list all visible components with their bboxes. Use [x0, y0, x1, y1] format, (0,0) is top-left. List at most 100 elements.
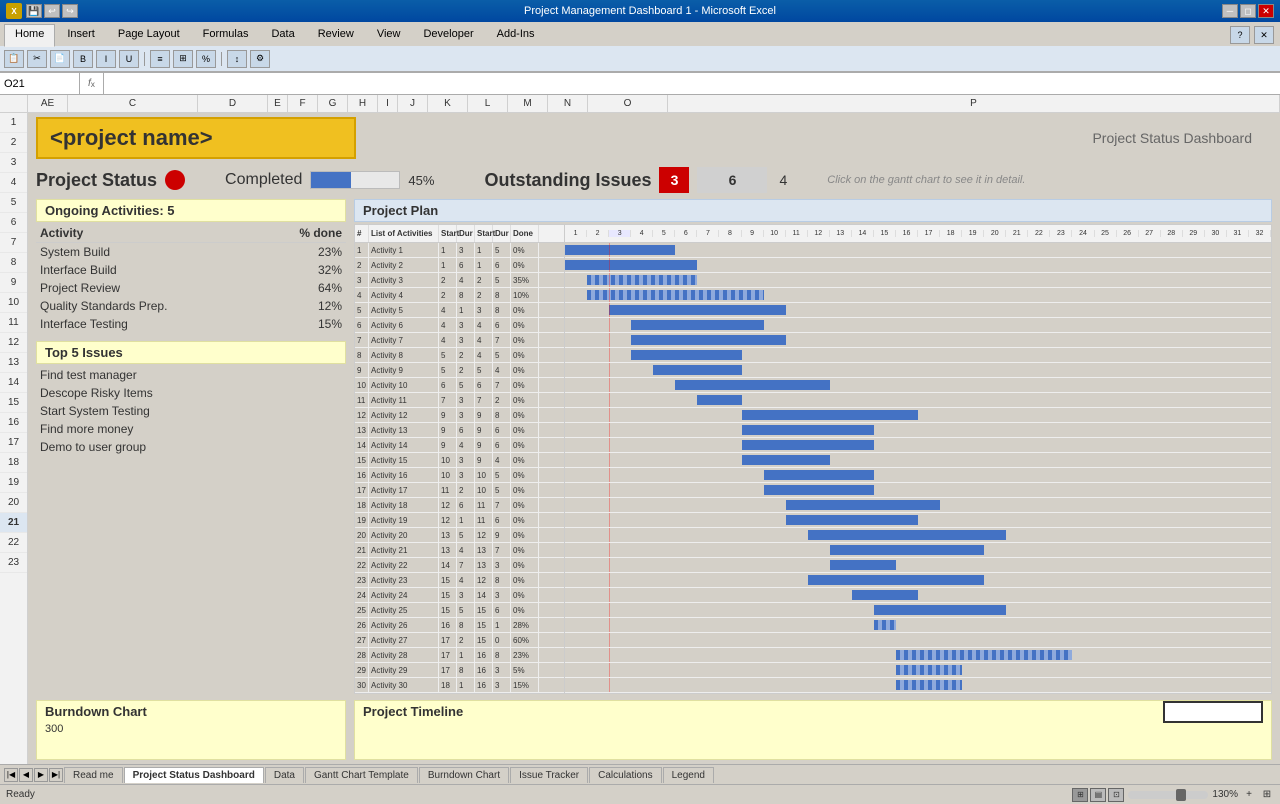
col-n[interactable]: N: [548, 95, 588, 112]
tool-10[interactable]: ↕: [227, 50, 247, 68]
project-name-cell[interactable]: <project name>: [36, 117, 356, 159]
row-18[interactable]: 18: [0, 453, 27, 473]
tool-9[interactable]: %: [196, 50, 216, 68]
tab-review[interactable]: Review: [307, 24, 365, 46]
tool-1[interactable]: 📋: [4, 50, 24, 68]
row-3[interactable]: 3: [0, 153, 27, 173]
tool-3[interactable]: 📄: [50, 50, 70, 68]
redo-quick-btn[interactable]: ↪: [62, 4, 78, 18]
row-10[interactable]: 10: [0, 293, 27, 313]
row-7[interactable]: 7: [0, 233, 27, 253]
col-k[interactable]: K: [428, 95, 468, 112]
window-controls[interactable]: ─ ◻ ✕: [1222, 4, 1274, 18]
col-i[interactable]: I: [378, 95, 398, 112]
sheet-tab-legend[interactable]: Legend: [663, 767, 714, 783]
tab-view[interactable]: View: [366, 24, 412, 46]
tab-data[interactable]: Data: [260, 24, 305, 46]
row-11[interactable]: 11: [0, 313, 27, 333]
sheet-tab-project-status-dashboard[interactable]: Project Status Dashboard: [124, 767, 264, 783]
col-m[interactable]: M: [508, 95, 548, 112]
col-j[interactable]: J: [398, 95, 428, 112]
gantt-bar-15: [764, 470, 874, 480]
page-layout-view-btn[interactable]: ▤: [1090, 788, 1106, 802]
tool-11[interactable]: ⚙: [250, 50, 270, 68]
sheet-nav-last[interactable]: ▶|: [49, 768, 63, 782]
ribbon-toolbar: 📋 ✂ 📄 B I U ≡ ⊞ % ↕ ⚙: [0, 46, 1280, 72]
page-break-view-btn[interactable]: ⊡: [1108, 788, 1124, 802]
tool-6[interactable]: U: [119, 50, 139, 68]
row-12[interactable]: 12: [0, 333, 27, 353]
col-h[interactable]: H: [348, 95, 378, 112]
tool-7[interactable]: ≡: [150, 50, 170, 68]
undo-quick-btn[interactable]: ↩: [44, 4, 60, 18]
gantt-cell-dur2-15: 5: [493, 468, 511, 482]
normal-view-btn[interactable]: ⊞: [1072, 788, 1088, 802]
sheet-tab-issue-tracker[interactable]: Issue Tracker: [510, 767, 588, 783]
sheet-tab-gantt-chart-template[interactable]: Gantt Chart Template: [305, 767, 418, 783]
tab-home[interactable]: Home: [4, 24, 55, 47]
row-8[interactable]: 8: [0, 253, 27, 273]
col-p[interactable]: P: [668, 95, 1280, 112]
gantt-row-1: 2 Activity 2 1 6 1 6 0%: [355, 258, 564, 273]
col-l[interactable]: L: [468, 95, 508, 112]
fit-width-btn[interactable]: ⊞: [1260, 788, 1274, 802]
col-o[interactable]: O: [588, 95, 668, 112]
sheet-tab-data[interactable]: Data: [265, 767, 304, 783]
row-1[interactable]: 1: [0, 113, 27, 133]
col-e[interactable]: E: [268, 95, 288, 112]
sheet-nav-first[interactable]: |◀: [4, 768, 18, 782]
tab-insert[interactable]: Insert: [56, 24, 106, 46]
tab-add-ins[interactable]: Add-Ins: [486, 24, 546, 46]
tab-formulas[interactable]: Formulas: [192, 24, 260, 46]
zoom-in-btn[interactable]: +: [1242, 788, 1256, 802]
quick-access[interactable]: 💾 ↩ ↪: [26, 4, 78, 18]
zoom-handle[interactable]: [1176, 789, 1186, 801]
tab-developer[interactable]: Developer: [412, 24, 484, 46]
tool-5[interactable]: I: [96, 50, 116, 68]
progress-bar-fill: [311, 172, 351, 188]
close-ribbon-btn[interactable]: ✕: [1254, 26, 1274, 44]
col-c[interactable]: C: [68, 95, 198, 112]
sheet-nav-prev[interactable]: ◀: [19, 768, 33, 782]
col-ae[interactable]: AE: [28, 95, 68, 112]
sheet-tab-read-me[interactable]: Read me: [64, 767, 123, 783]
row-21[interactable]: 21: [0, 513, 27, 533]
row-2[interactable]: 2: [0, 133, 27, 153]
week-header-24: 25: [1095, 230, 1117, 237]
row-16[interactable]: 16: [0, 413, 27, 433]
sheet-tab-burndown-chart[interactable]: Burndown Chart: [419, 767, 509, 783]
row-14[interactable]: 14: [0, 373, 27, 393]
row-22[interactable]: 22: [0, 533, 27, 553]
sheet-tab-calculations[interactable]: Calculations: [589, 767, 661, 783]
cell-reference[interactable]: O21: [0, 73, 80, 94]
help-icon[interactable]: ?: [1230, 26, 1250, 44]
save-quick-btn[interactable]: 💾: [26, 4, 42, 18]
gantt-cell-start2-18: 11: [475, 513, 493, 527]
row-4[interactable]: 4: [0, 173, 27, 193]
row-20[interactable]: 20: [0, 493, 27, 513]
col-g[interactable]: G: [318, 95, 348, 112]
close-btn[interactable]: ✕: [1258, 4, 1274, 18]
col-f[interactable]: F: [288, 95, 318, 112]
row-5[interactable]: 5: [0, 193, 27, 213]
row-19[interactable]: 19: [0, 473, 27, 493]
restore-btn[interactable]: ◻: [1240, 4, 1256, 18]
row-numbers: 1 2 3 4 5 6 7 8 9 10 11 12 13 14 15 16 1…: [0, 113, 28, 764]
row-23[interactable]: 23: [0, 553, 27, 573]
row-6[interactable]: 6: [0, 213, 27, 233]
tool-2[interactable]: ✂: [27, 50, 47, 68]
gantt-chart-area[interactable]: 1234567891011121314151617181920212223242…: [565, 225, 1271, 693]
sheet-nav-next[interactable]: ▶: [34, 768, 48, 782]
row-13[interactable]: 13: [0, 353, 27, 373]
col-d[interactable]: D: [198, 95, 268, 112]
tool-8[interactable]: ⊞: [173, 50, 193, 68]
week-header-27: 28: [1161, 230, 1183, 237]
zoom-slider[interactable]: [1128, 791, 1208, 799]
tab-page-layout[interactable]: Page Layout: [107, 24, 191, 46]
row-9[interactable]: 9: [0, 273, 27, 293]
minimize-btn[interactable]: ─: [1222, 4, 1238, 18]
row-15[interactable]: 15: [0, 393, 27, 413]
row-17[interactable]: 17: [0, 433, 27, 453]
fx-button[interactable]: fx: [80, 73, 104, 94]
tool-4[interactable]: B: [73, 50, 93, 68]
